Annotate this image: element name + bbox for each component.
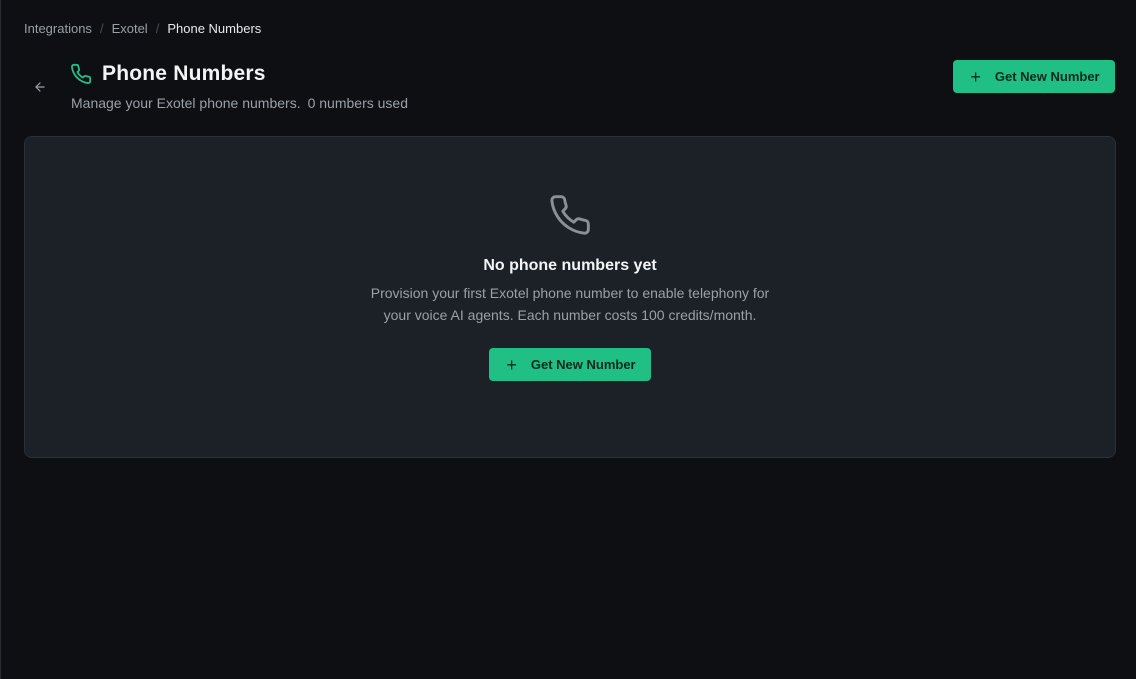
phone-icon: [71, 63, 92, 85]
arrow-left-icon: [35, 82, 45, 92]
empty-state: No phone numbers yet Provision your firs…: [25, 193, 1115, 381]
plus-icon: +: [970, 66, 981, 87]
plus-icon: +: [506, 354, 517, 375]
empty-state-description: Provision your first Exotel phone number…: [370, 285, 770, 323]
page-subtitle: Manage your Exotel phone numbers. 0 numbe…: [71, 95, 408, 111]
phone-icon: [550, 195, 590, 235]
breadcrumb-current: Phone Numbers: [167, 21, 262, 36]
page-title: Phone Numbers: [102, 62, 266, 85]
empty-state-title: No phone numbers yet: [483, 257, 657, 274]
button-label: Get New Number: [994, 69, 1100, 84]
page-header: Phone Numbers: [70, 62, 266, 86]
back-button[interactable]: [30, 77, 50, 97]
button-label: Get New Number: [530, 357, 636, 372]
empty-state-get-new-number-button[interactable]: + Get New Number: [489, 348, 651, 381]
subtitle-text: Manage your Exotel phone numbers.: [71, 95, 301, 111]
breadcrumb-separator: /: [155, 21, 160, 36]
breadcrumb-separator: /: [99, 21, 104, 36]
usage-count: 0 numbers used: [307, 95, 408, 111]
empty-state-card: No phone numbers yet Provision your firs…: [24, 136, 1116, 458]
breadcrumb-integrations[interactable]: Integrations: [24, 21, 92, 36]
get-new-number-button[interactable]: + Get New Number: [953, 60, 1115, 93]
phone-numbers-page: Integrations / Exotel / Phone Numbers Ph…: [0, 0, 1136, 679]
breadcrumb: Integrations / Exotel / Phone Numbers: [24, 21, 261, 36]
breadcrumb-exotel[interactable]: Exotel: [112, 21, 148, 36]
